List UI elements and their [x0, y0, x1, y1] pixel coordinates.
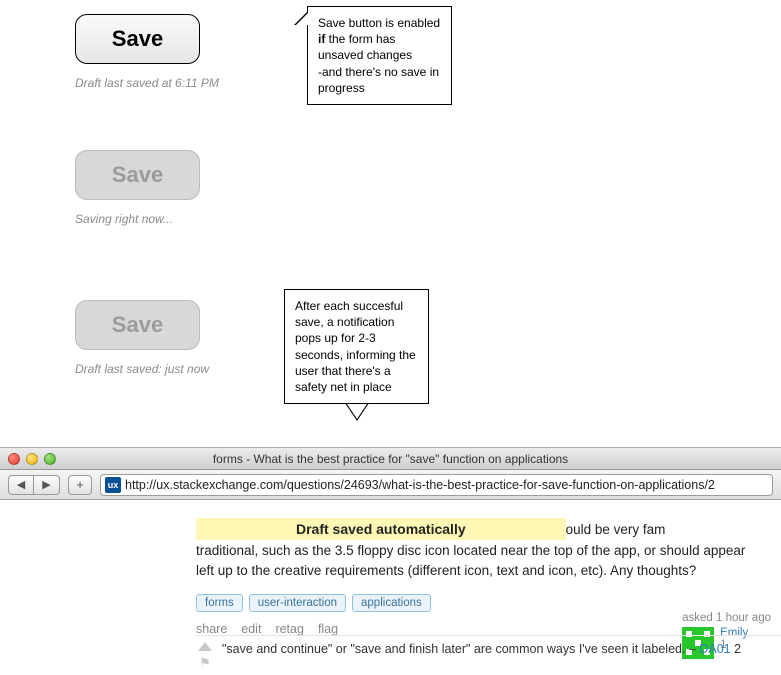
browser-titlebar: forms - What is the best practice for "s… — [0, 448, 781, 470]
asked-time: asked 1 hour ago — [682, 612, 771, 624]
comment-time-tail: 2 — [731, 642, 741, 656]
save-button-saving: Save — [75, 150, 200, 200]
tag-user-interaction[interactable]: user-interaction — [249, 594, 346, 612]
back-button[interactable]: ◀ — [8, 475, 34, 495]
draft-status-saving: Saving right now... — [75, 212, 200, 226]
save-button-label: Save — [112, 312, 163, 338]
callout-enabled-condition: Save button is enabled if the form has u… — [307, 6, 452, 105]
comment-author-link[interactable]: DA01 — [699, 642, 730, 656]
comment-row: ⚑ "save and continue" or "save and finis… — [196, 635, 781, 675]
save-button-enabled[interactable]: Save — [75, 14, 200, 64]
save-button-saved: Save — [75, 300, 200, 350]
close-icon[interactable] — [8, 453, 20, 465]
save-button-label: Save — [112, 162, 163, 188]
question-body-line: traditional, such as the 3.5 floppy disc… — [196, 542, 781, 560]
save-button-label: Save — [112, 26, 163, 52]
draft-status-enabled: Draft last saved at 6:11 PM — [75, 76, 219, 90]
minimize-icon[interactable] — [26, 453, 38, 465]
page-body: Draft saved automaticallyould be very fa… — [0, 500, 781, 675]
favicon-icon: ux — [105, 477, 121, 493]
browser-window: forms - What is the best practice for "s… — [0, 447, 781, 675]
url-text: http://ux.stackexchange.com/questions/24… — [125, 478, 715, 492]
tag-forms[interactable]: forms — [196, 594, 243, 612]
window-title: forms - What is the best practice for "s… — [213, 452, 568, 466]
tag-applications[interactable]: applications — [352, 594, 431, 612]
comment-text: "save and continue" or "save and finish … — [222, 642, 699, 656]
question-body-tail: ould be very fam — [566, 522, 666, 537]
draft-autosave-banner: Draft saved automatically — [196, 518, 566, 540]
draft-status-saved: Draft last saved: just now — [75, 362, 209, 376]
forward-button[interactable]: ▶ — [34, 475, 60, 495]
url-bar[interactable]: ux http://ux.stackexchange.com/questions… — [100, 474, 773, 496]
callout-toast-explainer: After each succesful save, a notificatio… — [284, 289, 429, 404]
flag-icon[interactable]: ⚑ — [199, 655, 211, 671]
add-bookmark-button[interactable]: + — [68, 475, 92, 495]
question-body-line: left up to the creative requirements (di… — [196, 562, 781, 580]
upvote-icon[interactable] — [198, 642, 212, 651]
maximize-icon[interactable] — [44, 453, 56, 465]
tag-list: forms user-interaction applications — [196, 594, 781, 612]
browser-toolbar: ◀ ▶ + ux http://ux.stackexchange.com/que… — [0, 470, 781, 500]
